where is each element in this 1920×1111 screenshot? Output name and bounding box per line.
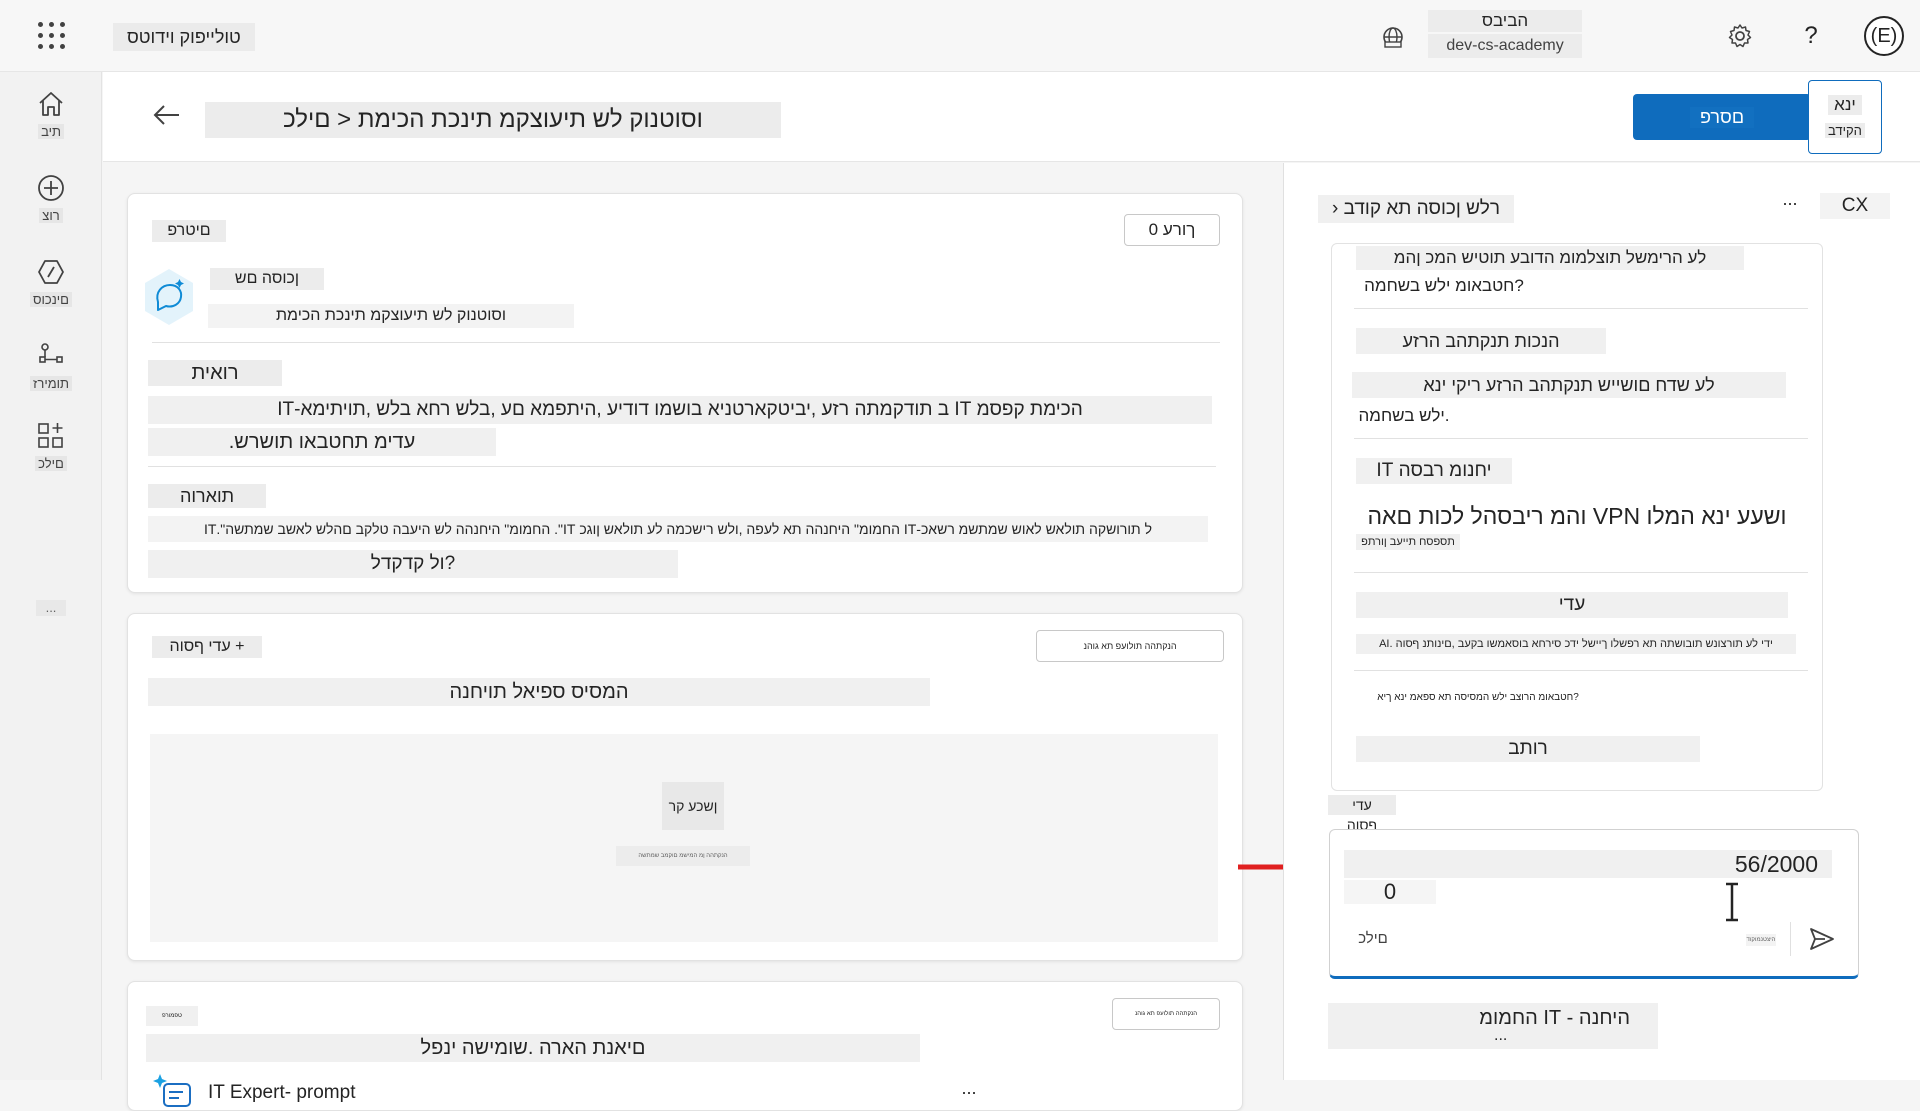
flows-icon — [39, 343, 63, 363]
rail-item-home[interactable]: תיב — [20, 88, 82, 158]
tool-more-button[interactable]: ... — [954, 1078, 984, 1098]
tools-action-button[interactable]: הנקתהה תולועפ תא גוהנ — [1112, 998, 1220, 1030]
create-plus-icon — [38, 175, 64, 201]
top-bar: טולייפוק וידוטס הביבס dev-cs-academy ? (… — [0, 0, 1920, 72]
starter-divider-4 — [1354, 670, 1808, 671]
instructions-line-1: ל תורושקה תולאש לאוש שמתשמ רשאכ-IT החמומ… — [148, 516, 1208, 542]
starter-1-line-2[interactable]: ?חטבאומ ילש בשחמה — [1354, 274, 1534, 298]
chat-input-value: 0 — [1344, 880, 1436, 904]
agent-name-label: ןכוסה םש — [210, 268, 324, 290]
rail-label-agents: םינכוס — [30, 292, 72, 307]
description-line-2: עדימ תחטבאו תושרש. — [148, 428, 496, 456]
edit-details-button[interactable]: ךורע 0 — [1124, 214, 1220, 246]
rail-item-flows[interactable]: תומירז — [20, 340, 82, 410]
starter-divider-1 — [1354, 308, 1808, 309]
starter-4-title[interactable]: יחנומ רבסה IT — [1356, 458, 1512, 484]
details-card: םיטרפ ךורע 0 ןכוסה םש וסוטנוק לש תיעוצקמ… — [127, 193, 1243, 593]
home-icon — [39, 92, 63, 116]
suggestion-footer-more: ... — [1494, 1027, 1508, 1044]
starter-1-line-1[interactable]: לע הרימשל תוצלמומ הדובע תוטיש המכ ןהמ — [1356, 246, 1744, 270]
starter-3-line-1[interactable]: לע שדח םושייש תנקתהב הרזע ריקי ינא — [1352, 372, 1786, 398]
rail-label-tools: םילכ — [35, 456, 67, 471]
knowledge-action-button[interactable]: הנקתהה תולועפ תא גוהנ — [1036, 630, 1224, 662]
starter-6-title[interactable]: עדי — [1356, 592, 1788, 618]
empty-state-label: ןשכע קר — [662, 782, 724, 830]
page-header: וסוטנוק לש תיעוצקמ תינכת הכימת < םילכ םס… — [103, 72, 1920, 162]
rail-label-flows: תומירז — [29, 376, 73, 391]
test-panel-close-button[interactable]: CX — [1820, 193, 1890, 219]
details-divider-2 — [148, 466, 1216, 467]
main-canvas: םיטרפ ךורע 0 ןכוסה םש וסוטנוק לש תיעוצקמ… — [103, 163, 1283, 1111]
left-navigation-rail: תיב רוצ םינכוס תומירז םילכ ... — [0, 72, 102, 1080]
char-counter: 56/2000 — [1734, 851, 1818, 877]
starter-7-line-1[interactable]: ידי לע תורצונש תובושתה תא רפשלו ךיישל יד… — [1356, 634, 1796, 654]
rail-item-create[interactable]: רוצ — [20, 172, 82, 242]
tools-card-heading: םיאנת הארה .שומישה ינפל — [146, 1034, 920, 1062]
suggestion-footer[interactable]: היחנה - IT החמומ ... — [1328, 1003, 1658, 1049]
agent-name-value: וסוטנוק לש תיעוצקמ תינכת הכימת — [208, 304, 574, 328]
rail-item-agents[interactable]: םינכוס — [20, 256, 82, 326]
page-breadcrumb: וסוטנוק לש תיעוצקמ תינכת הכימת < םילכ — [205, 102, 781, 138]
test-agent-panel: רלש ןכוסה תא קודב ‹ ... CX לע הרימשל תוצ… — [1283, 163, 1920, 1080]
test-panel-title[interactable]: רלש ןכוסה תא קודב ‹ — [1318, 195, 1514, 223]
rail-label-create: רוצ — [39, 208, 63, 223]
tools-picker-button[interactable]: םילכ — [1344, 930, 1402, 948]
input-status-text: היצטנמוקוד — [1746, 934, 1776, 946]
test-button-label-top: ינא — [1828, 95, 1862, 115]
test-agent-button[interactable]: ינא הקידב — [1808, 80, 1882, 154]
send-icon[interactable] — [1808, 926, 1836, 952]
starter-9-title[interactable]: רותב — [1356, 736, 1700, 762]
chat-input-field[interactable]: 56/2000 — [1344, 850, 1832, 878]
prompt-tool-icon — [153, 1074, 191, 1107]
environment-name: הביבס — [1428, 10, 1582, 32]
chat-input-box[interactable]: 56/2000 0 םילכ היצטנמוקוד — [1329, 829, 1859, 979]
knowledge-card: + עדי ףסוה הנקתהה תולועפ תא גוהנ המסיס ס… — [127, 613, 1243, 961]
starter-8-line-1[interactable]: ?חטבאומ הרוצב ילש המסיסה תא ספאמ ינא ךיא — [1354, 690, 1602, 706]
rail-more-button[interactable]: ... — [36, 600, 66, 616]
settings-gear-icon[interactable] — [1726, 22, 1754, 50]
add-knowledge-link[interactable]: עדי ףסוה — [1328, 795, 1396, 833]
tools-icon — [38, 423, 63, 448]
environment-picker[interactable]: הביבס dev-cs-academy — [1428, 10, 1582, 58]
publish-button[interactable]: םסרפ — [1633, 94, 1811, 140]
empty-state-sublabel: הנקתהה ןמ המישמ םוקמב שמתשה — [616, 846, 750, 866]
test-button-label-bottom: הקידב — [1825, 123, 1865, 138]
description-title: רואית — [148, 360, 282, 386]
help-button[interactable]: ? — [1796, 20, 1826, 52]
test-panel-more-button[interactable]: ... — [1776, 190, 1804, 213]
conversation-starters-card: לע הרימשל תוצלמומ הדובע תוטיש המכ ןהמ ?ח… — [1331, 243, 1823, 791]
starter-divider-2 — [1354, 438, 1808, 439]
environment-id: dev-cs-academy — [1428, 34, 1582, 58]
description-line-1: הכימת קפסמ IT ב תודקמתה רזע ,יביטקארטניא… — [148, 396, 1212, 424]
back-arrow-icon[interactable] — [151, 102, 183, 128]
app-launcher-icon[interactable] — [38, 22, 66, 50]
knowledge-heading: המסיס ספיאל תויחנה — [148, 678, 930, 706]
starter-5-line-1[interactable]: ושעע ינא המלו VPN והמ ריבסהל לכות םאה — [1356, 500, 1798, 532]
knowledge-empty-area: ןשכע קר הנקתהה ןמ המישמ םוקמב שמתשה — [150, 734, 1218, 942]
starter-5-line-2[interactable]: תספסח תייעב ןורתפ — [1356, 534, 1460, 550]
send-divider — [1790, 922, 1791, 956]
details-badge: םיטרפ — [152, 220, 226, 242]
rail-item-tools[interactable]: םילכ — [20, 420, 82, 490]
details-divider-1 — [152, 342, 1220, 343]
starter-2-title[interactable]: הנכות תנקתהב הרזע — [1356, 328, 1606, 354]
user-avatar[interactable]: (E) — [1864, 16, 1904, 56]
starter-divider-3 — [1354, 572, 1808, 573]
text-cursor-icon — [1726, 882, 1738, 922]
instructions-line-2: ?ול קדקדל — [148, 550, 678, 578]
agent-avatar-icon — [145, 269, 193, 325]
instructions-title: תוארוה — [148, 484, 266, 508]
tools-card-small-label: טפמורפ — [146, 1006, 198, 1026]
tools-card: טפמורפ הנקתהה תולועפ תא גוהנ םיאנת הארה … — [127, 981, 1243, 1111]
app-name[interactable]: טולייפוק וידוטס — [113, 23, 255, 51]
rail-label-home: תיב — [38, 124, 64, 139]
prompt-tool-name[interactable]: IT Expert- prompt — [208, 1080, 408, 1106]
add-knowledge-button[interactable]: + עדי ףסוה — [152, 636, 262, 658]
environment-globe-icon[interactable] — [1380, 24, 1406, 50]
starter-3-line-2[interactable]: .ילש בשחמה — [1352, 404, 1456, 428]
publish-button-label: םסרפ — [1689, 106, 1755, 128]
agents-icon — [38, 260, 64, 284]
